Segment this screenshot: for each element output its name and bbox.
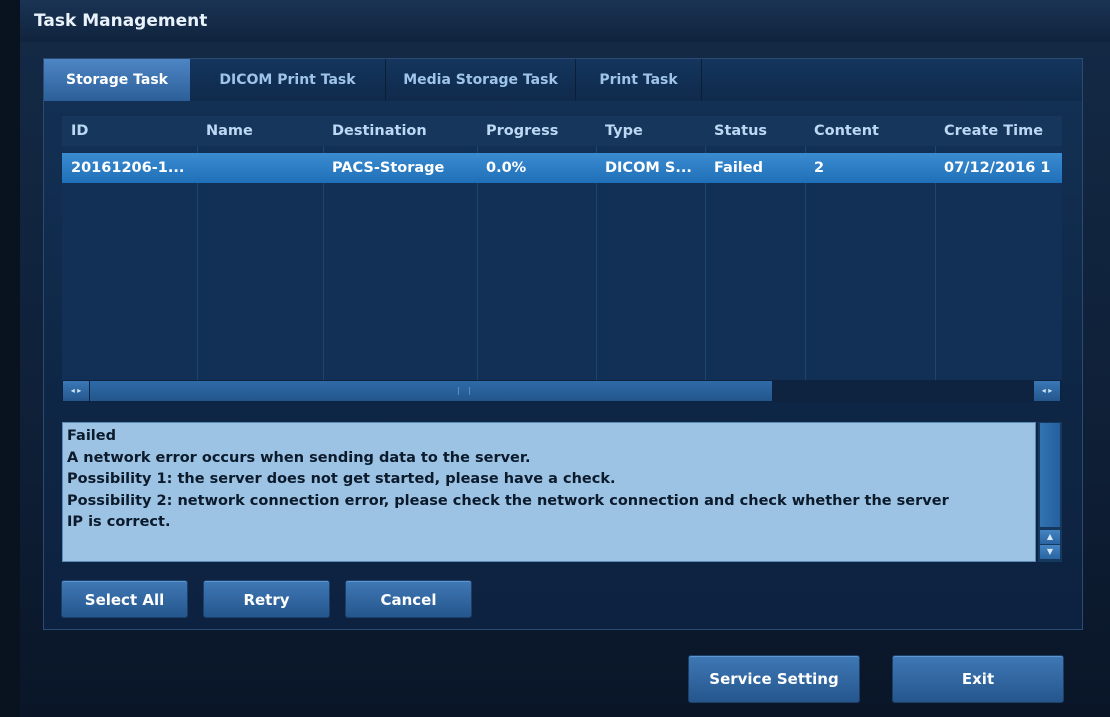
scroll-right-arrows-icon[interactable]: ◂ ▸ — [1034, 381, 1060, 401]
message-line: Failed — [67, 428, 116, 444]
column-header-create-time[interactable]: Create Time — [935, 116, 1062, 146]
horizontal-scrollbar[interactable]: ◂ ▸ ◂ ▸ — [62, 380, 1062, 402]
scroll-up-arrow-icon[interactable]: ▲ — [1040, 530, 1060, 544]
tab-print-task[interactable]: Print Task — [576, 59, 702, 101]
task-table: ID Name Destination Progress Type Status… — [62, 116, 1062, 380]
table-row[interactable]: 20161206-1... PACS-Storage 0.0% DICOM S.… — [62, 153, 1062, 183]
column-header-id[interactable]: ID — [62, 116, 197, 146]
cell-create-time: 07/12/2016 1 — [944, 160, 1051, 176]
cell-content: 2 — [814, 160, 825, 176]
scroll-left-arrows-icon[interactable]: ◂ ▸ — [63, 381, 89, 401]
column-header-progress[interactable]: Progress — [477, 116, 596, 146]
tab-storage-task[interactable]: Storage Task — [44, 59, 190, 101]
table-header: ID Name Destination Progress Type Status… — [62, 116, 1062, 146]
column-header-destination[interactable]: Destination — [323, 116, 477, 146]
service-setting-button[interactable]: Service Setting — [688, 655, 860, 703]
column-header-name[interactable]: Name — [197, 116, 323, 146]
left-edge-strip — [0, 0, 20, 717]
message-line: Possibility 1: the server does not get s… — [67, 471, 616, 487]
cell-name — [197, 153, 323, 183]
message-line: Possibility 2: network connection error,… — [67, 492, 949, 509]
tab-bar: Storage Task DICOM Print Task Media Stor… — [44, 59, 1082, 101]
column-header-status[interactable]: Status — [705, 116, 805, 146]
retry-button[interactable]: Retry — [203, 580, 330, 618]
error-message-box: Failed A network error occurs when sendi… — [62, 422, 1036, 562]
cancel-button[interactable]: Cancel — [345, 580, 472, 618]
vertical-scrollbar-thumb[interactable] — [1040, 423, 1060, 527]
vertical-scrollbar[interactable]: ▲ ▼ — [1038, 422, 1062, 562]
scroll-down-arrow-icon[interactable]: ▼ — [1040, 545, 1060, 559]
cell-id: 20161206-1... — [71, 160, 185, 176]
message-line: IP is correct. — [67, 514, 171, 530]
column-header-content[interactable]: Content — [805, 116, 935, 146]
tab-media-storage-task[interactable]: Media Storage Task — [386, 59, 576, 101]
cell-destination: PACS-Storage — [332, 160, 445, 176]
exit-button[interactable]: Exit — [892, 655, 1064, 703]
cell-progress: 0.0% — [486, 160, 527, 176]
scrollbar-grip-icon — [458, 387, 470, 395]
task-management-window: Task Management Storage Task DICOM Print… — [0, 0, 1110, 717]
cell-type: DICOM S... — [605, 160, 692, 176]
column-header-type[interactable]: Type — [596, 116, 705, 146]
scrollbar-thumb[interactable] — [90, 381, 772, 401]
select-all-button[interactable]: Select All — [61, 580, 188, 618]
window-title: Task Management — [20, 0, 1110, 42]
cell-status: Failed — [714, 160, 763, 176]
tab-dicom-print-task[interactable]: DICOM Print Task — [190, 59, 386, 101]
message-line: A network error occurs when sending data… — [67, 449, 531, 466]
